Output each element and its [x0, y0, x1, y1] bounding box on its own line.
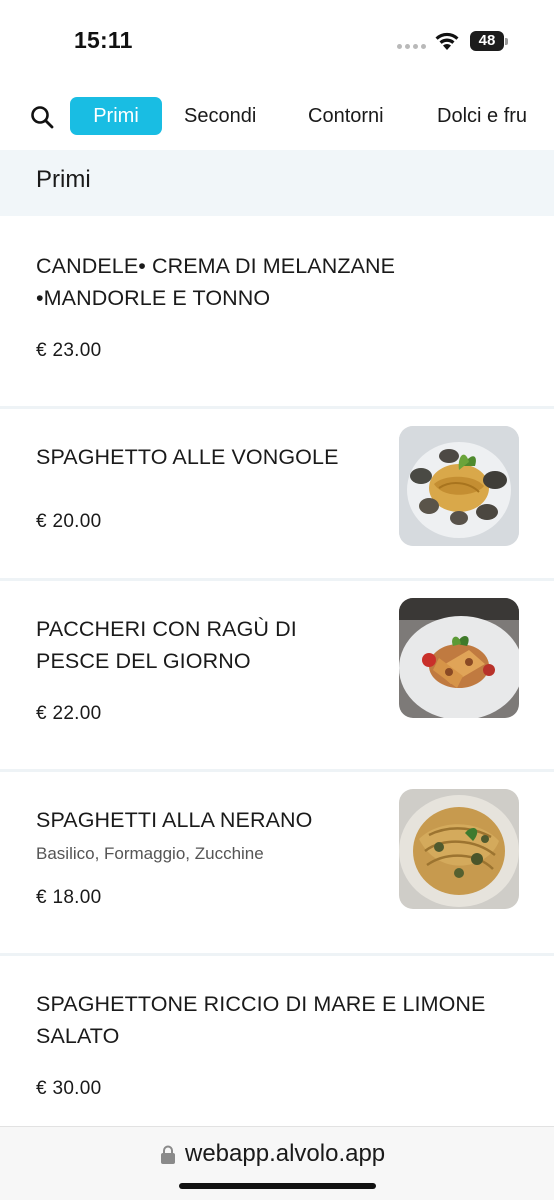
item-price: € 20.00 — [36, 511, 102, 532]
section-title: Primi — [36, 166, 91, 193]
tab-primi[interactable]: Primi — [70, 97, 162, 135]
wifi-icon — [435, 32, 459, 50]
status-time: 15:11 — [74, 27, 133, 53]
status-bar: 15:11 48 — [0, 0, 554, 84]
battery-level: 48 — [478, 32, 496, 49]
item-price: € 23.00 — [36, 340, 102, 361]
item-photo[interactable] — [399, 426, 519, 546]
battery-icon: 48 — [470, 31, 508, 51]
item-description: Basilico, Formaggio, Zucchine — [36, 844, 264, 863]
item-name: CANDELE• CREMA DI MELANZANE •MANDORLE E … — [36, 254, 396, 310]
item-name: SPAGHETTO ALLE VONGOLE — [36, 445, 339, 469]
menu-item[interactable]: SPAGHETTONE RICCIO DI MARE E LIMONE SALA… — [0, 956, 554, 1136]
tab-secondi[interactable]: Secondi — [184, 97, 256, 135]
menu-item[interactable]: CANDELE• CREMA DI MELANZANE •MANDORLE E … — [0, 216, 554, 409]
cellular-signal-icon — [397, 44, 426, 49]
tab-dolci[interactable]: Dolci e fru — [437, 97, 527, 135]
item-photo[interactable] — [399, 789, 519, 909]
item-name: SPAGHETTI ALLA NERANO — [36, 808, 313, 832]
item-price: € 18.00 — [36, 887, 102, 908]
item-price: € 30.00 — [36, 1078, 102, 1099]
browser-url-bar[interactable]: webapp.alvolo.app — [0, 1126, 554, 1200]
item-price: € 22.00 — [36, 703, 102, 724]
menu-item[interactable]: PACCHERI CON RAGÙ DI PESCE DEL GIORNO € … — [0, 581, 554, 772]
tab-contorni[interactable]: Contorni — [308, 97, 384, 135]
search-icon[interactable] — [30, 105, 54, 129]
menu-item[interactable]: SPAGHETTI ALLA NERANO Basilico, Formaggi… — [0, 772, 554, 956]
url-text[interactable]: webapp.alvolo.app — [185, 1140, 385, 1168]
lock-icon — [161, 1145, 175, 1164]
section-header: Primi — [0, 150, 554, 216]
item-name: SPAGHETTONE RICCIO DI MARE E LIMONE SALA… — [36, 992, 486, 1048]
menu-item[interactable]: SPAGHETTO ALLE VONGOLE € 20.00 — [0, 409, 554, 581]
home-indicator[interactable] — [179, 1183, 376, 1189]
item-photo[interactable] — [399, 598, 519, 718]
category-tabs: Primi Secondi Contorni Dolci e fru — [0, 92, 554, 142]
item-name: PACCHERI CON RAGÙ DI PESCE DEL GIORNO — [36, 617, 297, 673]
